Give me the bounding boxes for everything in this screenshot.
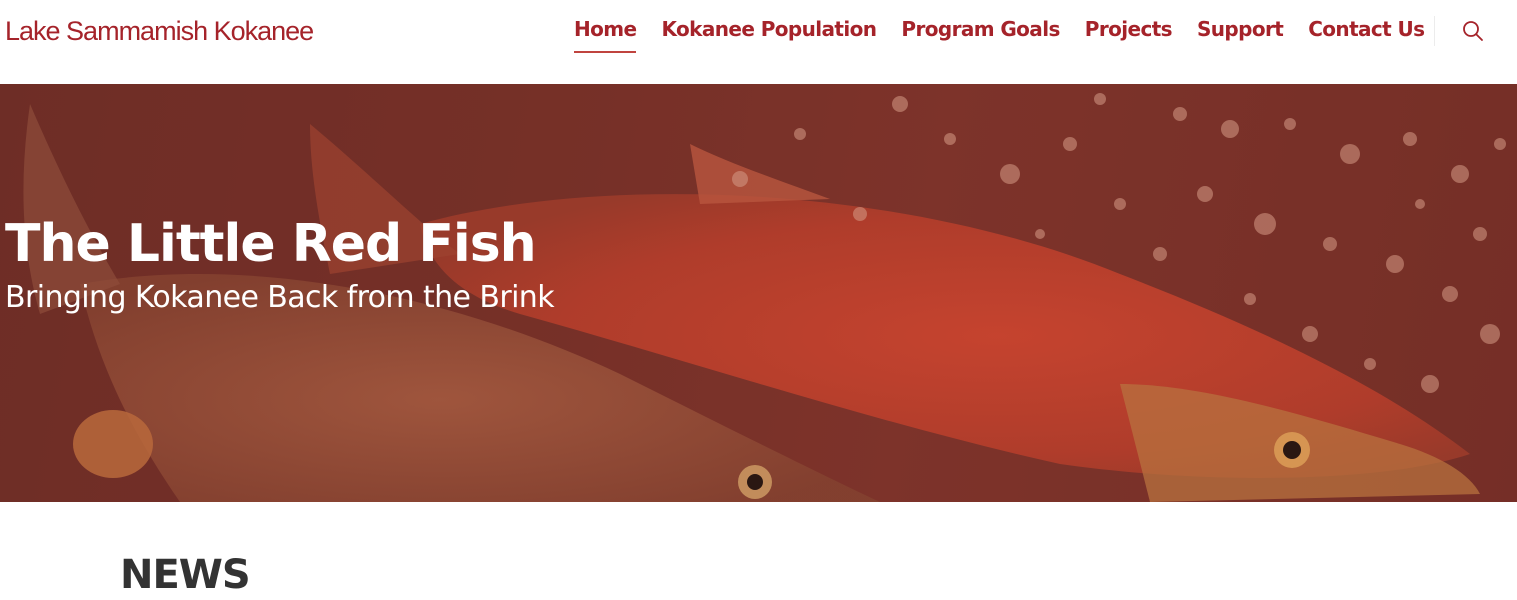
site-header: Lake Sammamish Kokanee Home Kokanee Popu… [0,0,1517,84]
hero-subtitle: Bringing Kokanee Back from the Brink [5,280,555,315]
news-heading: NEWS [120,552,251,598]
site-title-link[interactable]: Lake Sammamish Kokanee [5,16,314,47]
main-nav: Home Kokanee Population Program Goals Pr… [574,0,1449,84]
search-icon [1463,21,1483,41]
nav-item-support[interactable]: Support [1197,17,1284,41]
nav-item-home[interactable]: Home [574,17,637,53]
nav-item-program-goals[interactable]: Program Goals [901,17,1060,41]
hero-banner: The Little Red Fish Bringing Kokanee Bac… [0,84,1517,502]
search-button[interactable] [1461,19,1485,43]
hero-title: The Little Red Fish [5,214,537,274]
nav-item-contact-us[interactable]: Contact Us [1308,17,1425,41]
nav-divider [1434,16,1435,46]
nav-item-kokanee-population[interactable]: Kokanee Population [661,17,877,41]
nav-item-projects[interactable]: Projects [1085,17,1173,41]
